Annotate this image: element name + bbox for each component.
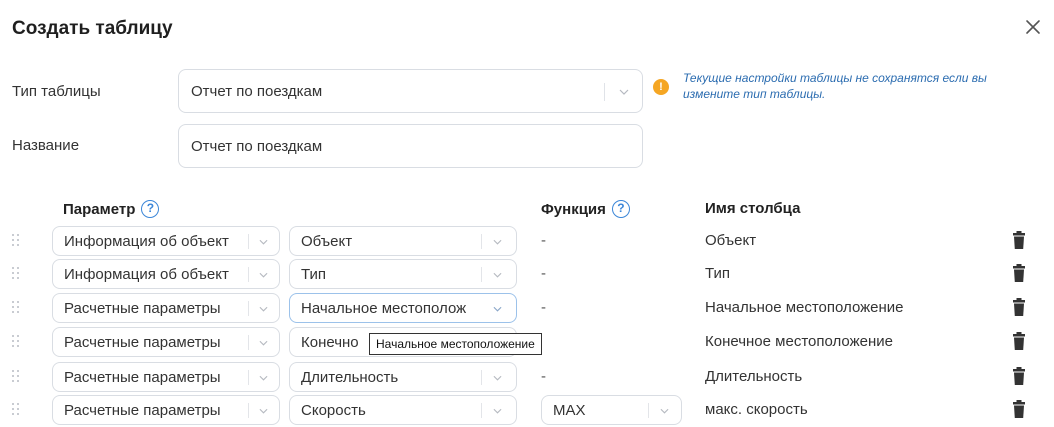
param-value: Начальное местополож	[301, 300, 467, 317]
param-group-select[interactable]: Информация об объект	[52, 226, 280, 256]
table-type-label: Тип таблицы	[12, 83, 101, 100]
chevron-down-icon	[259, 340, 268, 346]
trash-icon[interactable]	[1012, 231, 1026, 249]
column-name: Начальное местоположение	[705, 299, 904, 316]
select-separator	[248, 301, 249, 316]
param-group-select[interactable]: Расчетные параметры	[52, 293, 280, 323]
function-column-header: Функция ?	[541, 200, 630, 218]
param-group-value: Расчетные параметры	[64, 334, 221, 351]
tooltip: Начальное местоположение	[369, 333, 542, 355]
param-group-select[interactable]: Расчетные параметры	[52, 395, 280, 425]
select-separator	[248, 403, 249, 418]
column-name: Длительность	[705, 368, 803, 385]
select-separator	[481, 403, 482, 418]
table-type-select[interactable]: Отчет по поездкам	[178, 69, 643, 113]
table-row: Расчетные параметры Скорость MAX макс. с…	[0, 395, 1054, 425]
column-name: Конечное местоположение	[705, 333, 893, 350]
select-separator	[248, 370, 249, 385]
trash-icon[interactable]	[1012, 400, 1026, 418]
param-group-value: Расчетные параметры	[64, 369, 221, 386]
drag-handle-icon[interactable]	[12, 403, 20, 417]
trash-icon[interactable]	[1012, 332, 1026, 350]
param-value: Скорость	[301, 402, 366, 419]
param-group-value: Расчетные параметры	[64, 300, 221, 317]
chevron-down-icon	[259, 375, 268, 381]
chevron-down-icon	[493, 272, 502, 278]
drag-handle-icon[interactable]	[12, 335, 20, 349]
select-separator	[604, 83, 605, 101]
chevron-down-icon	[493, 239, 502, 245]
table-name-value: Отчет по поездкам	[191, 137, 323, 155]
drag-handle-icon[interactable]	[12, 301, 20, 315]
param-group-select[interactable]: Расчетные параметры	[52, 362, 280, 392]
chevron-down-icon	[660, 408, 669, 414]
param-group-select[interactable]: Информация об объект	[52, 259, 280, 289]
param-value: Длительность	[301, 369, 399, 386]
chevron-down-icon	[259, 272, 268, 278]
table-row: Расчетные параметры Длительность - Длите…	[0, 362, 1054, 392]
function-select[interactable]: MAX	[541, 395, 682, 425]
trash-icon[interactable]	[1012, 264, 1026, 282]
warning-text: Текущие настройки таблицы не сохранятся …	[683, 71, 987, 101]
table-name-label: Название	[12, 137, 80, 154]
table-row: Информация об объект Объект - Объект	[0, 226, 1054, 256]
column-name: макс. скорость	[705, 401, 808, 418]
chevron-down-icon	[493, 408, 502, 414]
help-icon[interactable]: ?	[141, 200, 160, 218]
select-separator	[248, 234, 249, 249]
chevron-down-icon	[259, 408, 268, 414]
param-select[interactable]: Скорость	[289, 395, 517, 425]
function-value: -	[541, 232, 546, 249]
function-value: -	[541, 299, 546, 316]
function-value: MAX	[553, 402, 586, 419]
param-select[interactable]: Тип	[289, 259, 517, 289]
dialog-title: Создать таблицу	[12, 18, 173, 39]
param-header-label: Параметр	[63, 200, 136, 218]
function-header-label: Функция	[541, 200, 606, 218]
param-group-value: Расчетные параметры	[64, 402, 221, 419]
param-value: Тип	[301, 266, 327, 283]
warning-icon: !	[653, 79, 669, 95]
chevron-down-icon	[619, 89, 629, 95]
column-name: Объект	[705, 232, 757, 249]
table-row: Расчетные параметры Начальное местополож…	[0, 293, 1054, 323]
function-value: -	[541, 368, 546, 385]
param-value: Объект	[301, 233, 353, 250]
close-icon[interactable]	[1022, 16, 1044, 38]
drag-handle-icon[interactable]	[12, 234, 20, 248]
param-group-value: Информация об объект	[64, 233, 229, 250]
chevron-down-icon	[259, 239, 268, 245]
chevron-down-icon	[493, 306, 502, 312]
chevron-down-icon	[493, 375, 502, 381]
param-group-value: Информация об объект	[64, 266, 229, 283]
table-name-input[interactable]: Отчет по поездкам	[178, 124, 643, 168]
select-separator	[248, 267, 249, 282]
chevron-down-icon	[259, 306, 268, 312]
column-name: Тип	[705, 265, 731, 282]
param-select[interactable]: Объект	[289, 226, 517, 256]
param-group-select[interactable]: Расчетные параметры	[52, 327, 280, 357]
param-select[interactable]: Начальное местополож	[289, 293, 517, 323]
param-column-header: Параметр ?	[63, 200, 160, 218]
colname-header-label: Имя столбца	[705, 200, 801, 217]
table-type-value: Отчет по поездкам	[191, 82, 323, 100]
select-separator	[248, 335, 249, 350]
help-icon[interactable]: ?	[611, 200, 630, 218]
select-separator	[481, 370, 482, 385]
select-separator	[481, 234, 482, 249]
colname-column-header: Имя столбца	[705, 200, 800, 217]
drag-handle-icon[interactable]	[12, 267, 20, 281]
drag-handle-icon[interactable]	[12, 370, 20, 384]
table-row: Информация об объект Тип - Тип	[0, 259, 1054, 289]
select-separator	[648, 403, 649, 418]
function-value: -	[541, 265, 546, 282]
param-select[interactable]: Длительность	[289, 362, 517, 392]
trash-icon[interactable]	[1012, 367, 1026, 385]
trash-icon[interactable]	[1012, 298, 1026, 316]
select-separator	[481, 267, 482, 282]
